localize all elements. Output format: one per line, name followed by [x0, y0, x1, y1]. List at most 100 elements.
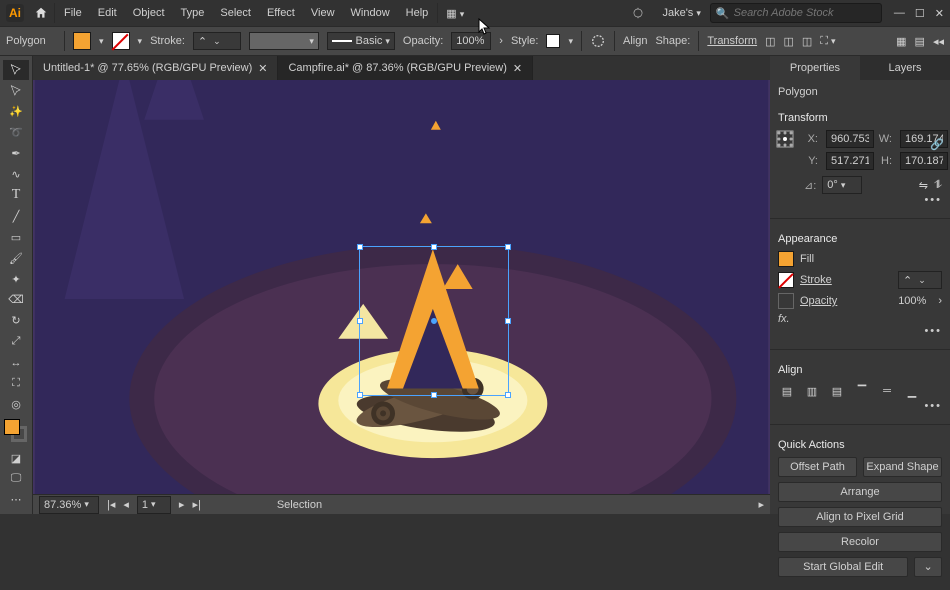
- graphic-style-swatch[interactable]: [546, 34, 560, 48]
- selection-tool[interactable]: [3, 60, 29, 80]
- align-button-1[interactable]: ◫: [765, 35, 775, 48]
- workspace-switcher[interactable]: Jake's ▾: [655, 3, 707, 23]
- align-hcenter-icon[interactable]: ▥: [803, 382, 821, 400]
- status-play-icon[interactable]: ▸: [758, 498, 764, 511]
- menu-view[interactable]: View: [304, 3, 342, 23]
- close-icon[interactable]: ✕: [513, 62, 522, 75]
- home-icon[interactable]: [30, 6, 52, 20]
- curvature-tool[interactable]: ∿: [3, 165, 29, 185]
- menu-edit[interactable]: Edit: [91, 3, 124, 23]
- appearance-stroke-weight[interactable]: ⌃⌄: [898, 271, 942, 289]
- close-icon[interactable]: ✕: [258, 62, 267, 75]
- transform-angle[interactable]: 0°▾: [822, 176, 862, 194]
- screen-mode-tool[interactable]: 🖵: [3, 469, 29, 489]
- recolor-button[interactable]: Recolor: [778, 532, 942, 552]
- recolor-icon[interactable]: [590, 33, 606, 49]
- discover-icon[interactable]: [623, 6, 653, 20]
- artboard-nav-first-icon[interactable]: |◂: [107, 498, 115, 511]
- menu-effect[interactable]: Effect: [260, 3, 302, 23]
- flip-v-icon[interactable]: ⥮: [934, 179, 942, 192]
- stroke-swatch[interactable]: [112, 32, 130, 50]
- shaper-tool[interactable]: ✦: [3, 269, 29, 289]
- appearance-fill-swatch[interactable]: [778, 251, 794, 267]
- fill-swatch[interactable]: [73, 32, 91, 50]
- stock-search[interactable]: 🔍: [710, 3, 882, 23]
- reference-point-icon[interactable]: [776, 130, 794, 148]
- magic-wand-tool[interactable]: ✨: [3, 102, 29, 122]
- menu-select[interactable]: Select: [213, 3, 258, 23]
- pen-tool[interactable]: ✒: [3, 144, 29, 164]
- tab-properties[interactable]: Properties: [770, 56, 860, 80]
- direct-selection-tool[interactable]: [3, 81, 29, 101]
- zoom-field[interactable]: 87.36%▾: [39, 496, 99, 514]
- tab-campfire[interactable]: Campfire.ai* @ 87.36% (RGB/GPU Preview)✕: [278, 56, 533, 80]
- opacity-more-icon[interactable]: ›: [938, 295, 942, 307]
- arrange-button[interactable]: Arrange: [778, 482, 942, 502]
- fx-button[interactable]: fx.: [778, 313, 790, 325]
- align-pixel-grid-button[interactable]: Align to Pixel Grid: [778, 507, 942, 527]
- rotate-tool[interactable]: ↻: [3, 311, 29, 331]
- edit-toolbar[interactable]: ⋯: [3, 490, 29, 510]
- artboard-nav-last-icon[interactable]: ▸|: [192, 498, 200, 511]
- menu-object[interactable]: Object: [126, 3, 172, 23]
- essentials-icon[interactable]: ▤: [915, 35, 925, 48]
- global-edit-dropdown[interactable]: ⌄: [914, 557, 942, 577]
- artboard-nav-next-icon[interactable]: ▸: [179, 498, 185, 511]
- brush-def[interactable]: Basic▾: [327, 32, 395, 50]
- grid-layout-icon[interactable]: ▦: [896, 35, 906, 48]
- opacity-more-icon[interactable]: ›: [499, 35, 503, 47]
- opacity-field[interactable]: 100%: [451, 32, 491, 50]
- align-right-icon[interactable]: ▤: [828, 382, 846, 400]
- arrange-documents-icon[interactable]: ▦ ▾: [440, 7, 470, 20]
- window-maximize-icon[interactable]: ☐: [915, 7, 925, 20]
- scale-tool[interactable]: ⤢: [3, 332, 29, 352]
- align-button-3[interactable]: ◫: [802, 35, 812, 48]
- isolate-group-icon[interactable]: ⛶ ▾: [820, 35, 835, 48]
- menu-type[interactable]: Type: [174, 3, 212, 23]
- appearance-opacity-label[interactable]: Opacity: [800, 295, 837, 307]
- start-global-edit-button[interactable]: Start Global Edit: [778, 557, 908, 577]
- appearance-stroke-swatch[interactable]: [778, 272, 794, 288]
- menu-help[interactable]: Help: [399, 3, 436, 23]
- window-close-icon[interactable]: ✕: [935, 7, 944, 20]
- appearance-opacity-swatch[interactable]: [778, 293, 794, 309]
- more-options-icon[interactable]: •••: [778, 325, 942, 337]
- more-options-icon[interactable]: •••: [778, 400, 942, 412]
- eraser-tool[interactable]: ⌫: [3, 290, 29, 310]
- artboard-nav-prev-icon[interactable]: ◂: [123, 498, 129, 511]
- align-button-2[interactable]: ◫: [783, 35, 793, 48]
- rectangle-tool[interactable]: ▭: [3, 227, 29, 247]
- free-transform-tool[interactable]: ⛶: [3, 374, 29, 394]
- align-bottom-icon[interactable]: ▁: [903, 382, 921, 400]
- width-tool[interactable]: ↔: [3, 353, 29, 373]
- align-left-icon[interactable]: ▤: [778, 382, 796, 400]
- transform-y[interactable]: [826, 152, 874, 170]
- more-options-icon[interactable]: •••: [778, 194, 942, 206]
- menu-window[interactable]: Window: [344, 3, 397, 23]
- stock-search-input[interactable]: [734, 7, 876, 19]
- shape-builder-tool[interactable]: ◎: [3, 395, 29, 415]
- expand-shape-button[interactable]: Expand Shape: [863, 457, 942, 477]
- transform-link[interactable]: Transform: [707, 35, 757, 47]
- link-wh-icon[interactable]: 🔗: [930, 138, 944, 151]
- lasso-tool[interactable]: ➰: [3, 123, 29, 143]
- stroke-weight-field[interactable]: ⌃⌄: [193, 32, 241, 50]
- transform-x[interactable]: [826, 130, 874, 148]
- var-width-profile[interactable]: ▾: [249, 32, 319, 50]
- panel-collapse-icon[interactable]: ◂◂: [933, 35, 944, 48]
- window-minimize-icon[interactable]: —: [894, 7, 905, 20]
- align-top-icon[interactable]: ▔: [853, 382, 871, 400]
- artboard-number[interactable]: 1▾: [137, 496, 171, 514]
- paintbrush-tool[interactable]: 🖌: [3, 248, 29, 268]
- tab-untitled[interactable]: Untitled-1* @ 77.65% (RGB/GPU Preview)✕: [33, 56, 278, 80]
- menu-file[interactable]: File: [57, 3, 89, 23]
- offset-path-button[interactable]: Offset Path: [778, 457, 857, 477]
- flip-h-icon[interactable]: ⇋: [919, 179, 928, 192]
- type-tool[interactable]: T: [3, 185, 29, 205]
- canvas[interactable]: [33, 80, 770, 494]
- tab-layers[interactable]: Layers: [860, 56, 950, 80]
- color-mode-icons[interactable]: ◪: [3, 448, 29, 468]
- fill-stroke-proxy[interactable]: [4, 419, 28, 441]
- line-tool[interactable]: ╱: [3, 206, 29, 226]
- transform-h[interactable]: [900, 152, 948, 170]
